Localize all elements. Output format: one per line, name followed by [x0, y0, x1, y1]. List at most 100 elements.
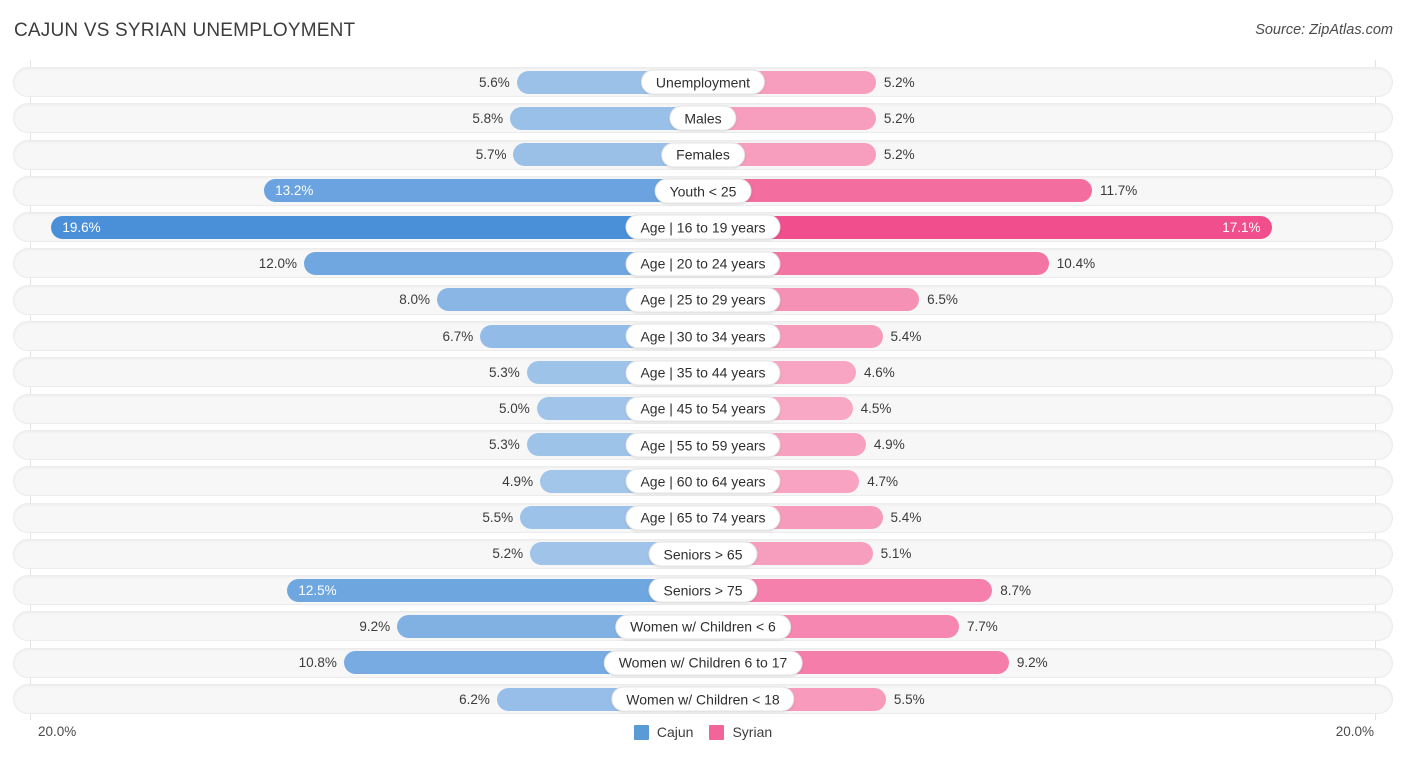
row-right-half: 5.2% [703, 140, 1368, 170]
chart-header: CAJUN VS SYRIAN UNEMPLOYMENT Source: Zip… [0, 0, 1406, 60]
row-category-label: Age | 25 to 29 years [625, 287, 781, 313]
chart-row: 10.8% 9.2% Women w/ Children 6 to 17 [0, 645, 1406, 681]
right-value-label: 5.4% [890, 510, 922, 526]
row-left-half: 5.0% [38, 394, 703, 424]
chart-page: CAJUN VS SYRIAN UNEMPLOYMENT Source: Zip… [0, 0, 1406, 757]
right-bar-syrian[interactable] [703, 179, 1093, 203]
row-right-half: 8.7% [703, 575, 1368, 605]
row-right-half: 9.2% [703, 648, 1368, 678]
row-right-half: 17.1% [703, 212, 1368, 242]
legend-swatch-icon [633, 724, 649, 740]
chart-row: 4.9% 4.7% Age | 60 to 64 years [0, 463, 1406, 499]
right-value-label: 4.7% [867, 473, 899, 489]
row-left-half: 8.0% [38, 285, 703, 315]
right-value-label: 4.5% [860, 401, 892, 417]
right-value-label: 9.2% [1016, 655, 1048, 671]
legend-item-cajun[interactable]: Cajun [633, 724, 694, 740]
chart-row: 6.7% 5.4% Age | 30 to 34 years [0, 318, 1406, 354]
left-value-label: 9.2% [359, 618, 391, 634]
row-right-half: 11.7% [703, 176, 1368, 206]
right-value-label: 5.2% [883, 74, 915, 90]
row-category-label: Age | 30 to 34 years [625, 323, 781, 349]
left-value-label: 5.7% [475, 147, 507, 163]
right-value-label: 10.4% [1056, 255, 1096, 271]
chart-row: 5.8% 5.2% Males [0, 100, 1406, 136]
chart-rows: 5.6% 5.2% Unemployment 5.8% 5.2% Males 5.7% 5.2… [0, 64, 1406, 717]
left-value-label: 5.3% [489, 437, 520, 453]
chart-row: 9.2% 7.7% Women w/ Children < 6 [0, 608, 1406, 644]
row-category-label: Women w/ Children < 18 [611, 686, 795, 712]
source-attribution: Source: ZipAtlas.com [1255, 22, 1393, 38]
row-left-half: 5.5% [38, 503, 703, 533]
left-value-label: 5.0% [498, 401, 530, 417]
left-value-label: 5.8% [472, 110, 504, 126]
row-category-label: Males [669, 105, 737, 131]
row-left-half: 5.3% [38, 430, 703, 460]
left-bar-cajun[interactable]: 19.6% [51, 215, 703, 239]
chart-row: 13.2% 11.7% Youth < 25 [0, 173, 1406, 209]
chart-row: 5.3% 4.9% Age | 55 to 59 years [0, 427, 1406, 463]
chart-row: 5.3% 4.6% Age | 35 to 44 years [0, 354, 1406, 390]
row-category-label: Youth < 25 [654, 178, 752, 204]
left-value-label: 13.2% [275, 183, 314, 199]
row-left-half: 19.6% [38, 212, 703, 242]
legend-item-syrian[interactable]: Syrian [709, 724, 772, 740]
row-left-half: 5.3% [38, 357, 703, 387]
row-right-half: 4.6% [703, 357, 1368, 387]
row-right-half: 4.7% [703, 466, 1368, 496]
row-right-half: 6.5% [703, 285, 1368, 315]
chart-row: 8.0% 6.5% Age | 25 to 29 years [0, 282, 1406, 318]
right-bar-syrian[interactable]: 17.1% [703, 215, 1272, 239]
right-value-label: 5.5% [893, 691, 925, 707]
row-right-half: 5.5% [703, 684, 1368, 714]
row-right-half: 5.4% [703, 503, 1368, 533]
chart-row: 12.0% 10.4% Age | 20 to 24 years [0, 245, 1406, 281]
row-category-label: Age | 45 to 54 years [625, 396, 781, 422]
legend-label: Cajun [656, 724, 694, 740]
right-value-label: 4.6% [863, 364, 895, 380]
legend-label: Syrian [732, 724, 773, 740]
row-category-label: Age | 65 to 74 years [625, 505, 781, 531]
row-left-half: 13.2% [38, 176, 703, 206]
chart-legend: Cajun Syrian [0, 724, 1406, 740]
left-value-label: 6.7% [442, 328, 474, 344]
row-left-half: 5.2% [38, 539, 703, 569]
right-value-label: 8.7% [1000, 582, 1032, 598]
row-left-half: 5.6% [38, 67, 703, 97]
chart-row: 5.2% 5.1% Seniors > 65 [0, 536, 1406, 572]
row-category-label: Age | 16 to 19 years [625, 214, 781, 240]
right-value-label: 6.5% [927, 292, 958, 308]
page-title: CAJUN VS SYRIAN UNEMPLOYMENT [14, 20, 356, 41]
chart-row: 12.5% 8.7% Seniors > 75 [0, 572, 1406, 608]
left-value-label: 19.6% [62, 219, 101, 235]
row-category-label: Age | 55 to 59 years [625, 432, 781, 458]
row-left-half: 5.8% [38, 103, 703, 133]
left-bar-cajun[interactable]: 12.5% [287, 578, 703, 602]
right-value-label: 5.4% [890, 328, 922, 344]
left-bar-cajun[interactable]: 13.2% [264, 179, 703, 203]
row-category-label: Age | 35 to 44 years [625, 360, 781, 386]
chart-row: 5.5% 5.4% Age | 65 to 74 years [0, 500, 1406, 536]
row-category-label: Females [661, 142, 745, 168]
right-value-label: 11.7% [1100, 183, 1138, 199]
row-category-label: Seniors > 75 [648, 577, 758, 603]
left-value-label: 5.2% [492, 546, 524, 562]
row-category-label: Age | 60 to 64 years [625, 468, 781, 494]
left-value-label: 5.3% [489, 364, 520, 380]
row-right-half: 5.2% [703, 103, 1368, 133]
chart-row: 5.7% 5.2% Females [0, 137, 1406, 173]
row-left-half: 12.5% [38, 575, 703, 605]
row-left-half: 6.2% [38, 684, 703, 714]
row-right-half: 5.1% [703, 539, 1368, 569]
row-category-label: Women w/ Children < 6 [615, 614, 791, 640]
chart-footer: 20.0% 20.0% Cajun Syrian [0, 720, 1406, 757]
chart-plot-area: 5.6% 5.2% Unemployment 5.8% 5.2% Males 5.7% 5.2… [0, 60, 1406, 720]
row-left-half: 12.0% [38, 248, 703, 278]
row-left-half: 6.7% [38, 321, 703, 351]
right-value-label: 4.9% [873, 437, 905, 453]
right-value-label: 5.2% [883, 110, 915, 126]
row-right-half: 5.4% [703, 321, 1368, 351]
row-left-half: 9.2% [38, 611, 703, 641]
right-value-label: 17.1% [1222, 219, 1261, 235]
row-right-half: 7.7% [703, 611, 1368, 641]
